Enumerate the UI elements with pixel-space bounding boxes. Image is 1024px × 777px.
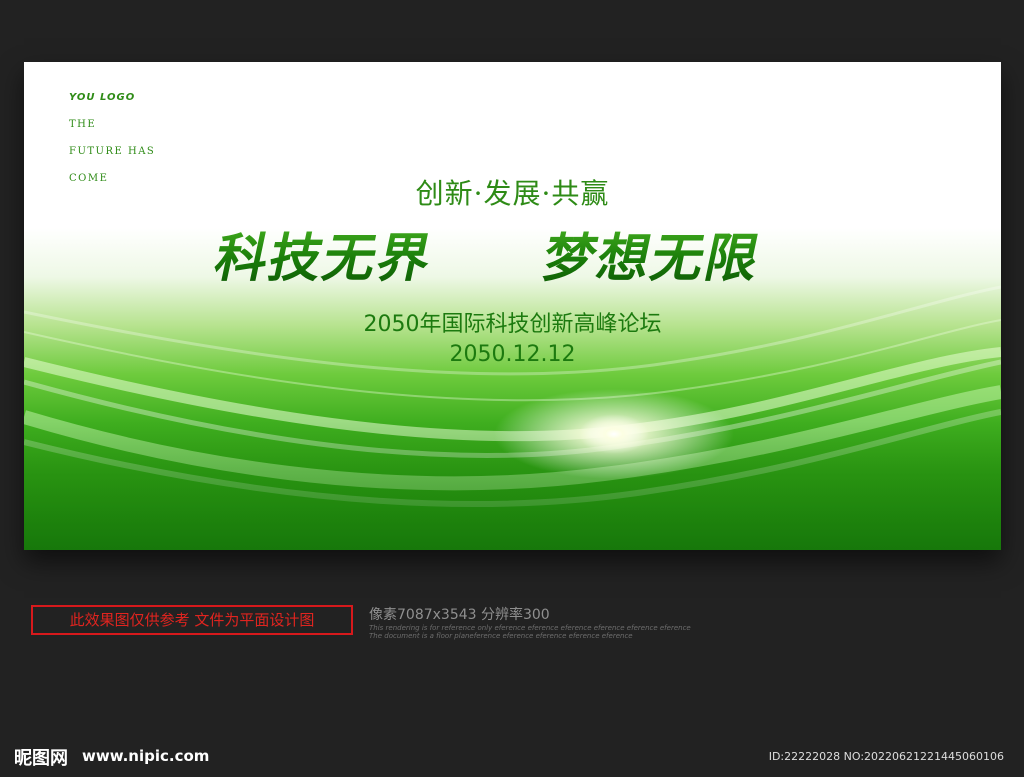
reference-line-1: This rendering is for reference only efe…: [369, 624, 691, 632]
headline-right: 梦想无限: [537, 229, 766, 289]
headline-left: 科技无界: [209, 229, 438, 289]
pixel-info: 像素7087x3543 分辨率300: [369, 607, 550, 623]
site-url-link[interactable]: www.nipic.com: [82, 747, 209, 765]
tagline-line-1: THE: [69, 119, 97, 130]
reference-notice: 此效果图仅供参考 文件为平面设计图: [31, 605, 353, 635]
forum-title: 2050年国际科技创新高峰论坛: [363, 312, 662, 337]
company-logo: YOU LOGO: [69, 92, 136, 103]
slogan: 创新·发展·共赢: [415, 177, 610, 210]
tagline-line-2: FUTURE HAS: [69, 146, 156, 157]
logo-block: YOU LOGO THE FUTURE HAS COME: [69, 92, 155, 184]
event-date: 2050.12.12: [449, 342, 576, 367]
reference-line-2: The document is a floor planeference efe…: [369, 632, 633, 640]
image-id-info: ID:22222028 NO:20220621221445060106: [768, 750, 1004, 763]
headline: 科技无界 梦想无限: [209, 229, 766, 289]
site-logo: 昵图网: [14, 748, 68, 769]
banner-poster: YOU LOGO THE FUTURE HAS COME 创新·发展·共赢 科技…: [24, 62, 1001, 550]
